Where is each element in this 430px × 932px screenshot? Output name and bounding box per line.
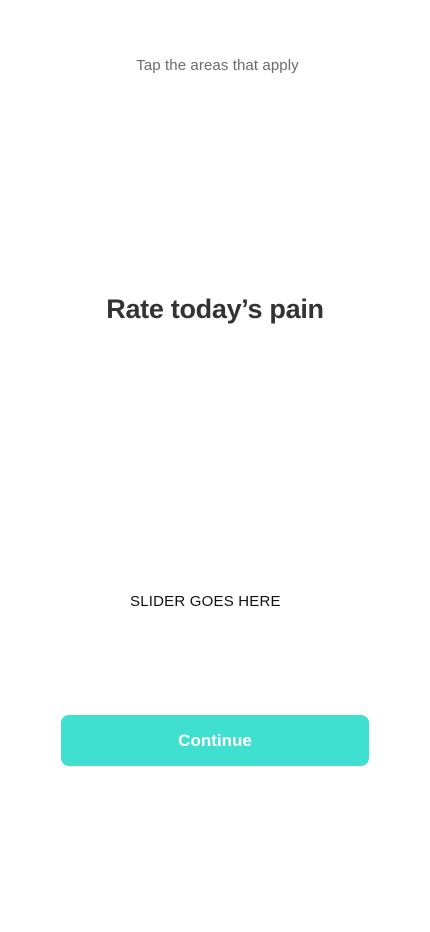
continue-button[interactable]: Continue xyxy=(61,715,369,766)
instruction-text: Tap the areas that apply xyxy=(136,57,299,74)
pain-slider-placeholder: SLIDER GOES HERE xyxy=(130,593,281,610)
page-title: Rate today’s pain xyxy=(106,294,324,324)
pain-rating-screen: Tap the areas that apply Rate today’s pa… xyxy=(0,0,430,932)
